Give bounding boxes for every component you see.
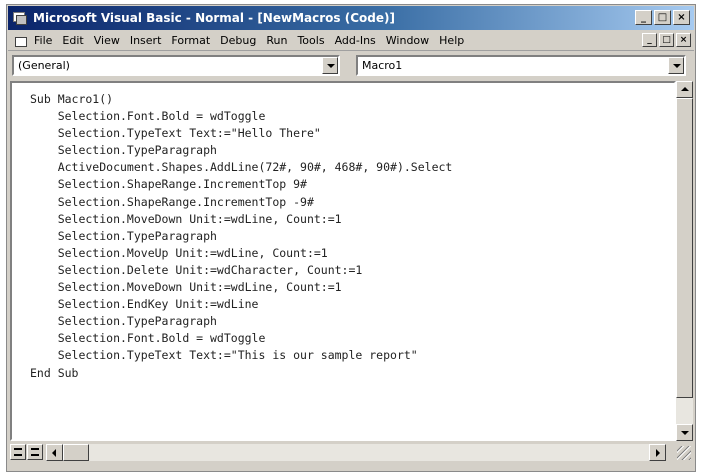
code-window-icon[interactable] xyxy=(13,34,29,48)
title-controls: _ □ × xyxy=(635,10,690,25)
code-line[interactable]: End Sub xyxy=(30,365,670,382)
vertical-scrollbar[interactable] xyxy=(676,81,693,441)
window-title: Microsoft Visual Basic - Normal - [NewMa… xyxy=(33,11,395,25)
code-line[interactable]: Selection.TypeParagraph xyxy=(30,228,670,245)
procedure-view-button[interactable] xyxy=(10,444,26,460)
menu-run[interactable]: Run xyxy=(261,34,292,47)
menu-file[interactable]: File xyxy=(29,34,57,47)
minimize-button[interactable]: _ xyxy=(635,10,652,25)
procedure-dropdown-value: Macro1 xyxy=(362,59,403,72)
code-lines: Sub Macro1() Selection.Font.Bold = wdTog… xyxy=(30,91,670,382)
menu-edit[interactable]: Edit xyxy=(57,34,88,47)
maximize-button[interactable]: □ xyxy=(654,10,671,25)
vba-editor-window: Microsoft Visual Basic - Normal - [NewMa… xyxy=(6,4,696,472)
procedure-dropdown[interactable]: Macro1 xyxy=(356,55,686,76)
scroll-right-icon[interactable] xyxy=(649,444,666,461)
chevron-down-icon[interactable] xyxy=(668,57,684,74)
code-line[interactable]: ActiveDocument.Shapes.AddLine(72#, 90#, … xyxy=(30,159,670,176)
doc-restore-button[interactable]: □ xyxy=(659,33,674,47)
menu-window[interactable]: Window xyxy=(381,34,434,47)
object-dropdown[interactable]: (General) xyxy=(12,55,340,76)
menu-bar: File Edit View Insert Format Debug Run T… xyxy=(8,31,694,51)
menu-view[interactable]: View xyxy=(89,34,125,47)
menu-add-ins[interactable]: Add-Ins xyxy=(330,34,381,47)
chevron-down-icon[interactable] xyxy=(322,57,338,74)
scroll-up-icon[interactable] xyxy=(676,81,693,98)
code-line[interactable]: Selection.ShapeRange.IncrementTop 9# xyxy=(30,176,670,193)
scroll-down-icon[interactable] xyxy=(676,424,693,441)
horizontal-scroll-thumb[interactable] xyxy=(63,444,89,461)
code-line[interactable]: Selection.Font.Bold = wdToggle xyxy=(30,330,670,347)
code-line[interactable]: Selection.Font.Bold = wdToggle xyxy=(30,108,670,125)
resize-grip-icon[interactable] xyxy=(677,446,691,460)
code-line[interactable]: Selection.MoveUp Unit:=wdLine, Count:=1 xyxy=(30,245,670,262)
vertical-scroll-thumb[interactable] xyxy=(676,98,693,398)
vba-app-icon[interactable] xyxy=(12,10,28,26)
code-line[interactable]: Selection.MoveDown Unit:=wdLine, Count:=… xyxy=(30,279,670,296)
code-line[interactable]: Selection.EndKey Unit:=wdLine xyxy=(30,296,670,313)
scroll-left-icon[interactable] xyxy=(46,444,63,461)
code-line[interactable]: Selection.Delete Unit:=wdCharacter, Coun… xyxy=(30,262,670,279)
horizontal-scrollbar[interactable] xyxy=(46,444,666,461)
title-bar[interactable]: Microsoft Visual Basic - Normal - [NewMa… xyxy=(8,6,694,30)
doc-close-button[interactable]: × xyxy=(676,33,691,47)
combo-row: (General) Macro1 xyxy=(8,52,694,80)
code-line[interactable]: Selection.TypeText Text:="This is our sa… xyxy=(30,347,670,364)
menu-help[interactable]: Help xyxy=(434,34,469,47)
doc-minimize-button[interactable]: _ xyxy=(642,33,657,47)
code-line[interactable]: Selection.TypeParagraph xyxy=(30,142,670,159)
close-button[interactable]: × xyxy=(673,10,690,25)
menu-debug[interactable]: Debug xyxy=(215,34,261,47)
code-line[interactable]: Selection.ShapeRange.IncrementTop -9# xyxy=(30,194,670,211)
code-line[interactable]: Sub Macro1() xyxy=(30,91,670,108)
code-line[interactable]: Selection.TypeText Text:="Hello There" xyxy=(30,125,670,142)
menu-insert[interactable]: Insert xyxy=(125,34,167,47)
doc-controls: _ □ × xyxy=(642,33,691,47)
menu-tools[interactable]: Tools xyxy=(292,34,329,47)
code-line[interactable]: Selection.TypeParagraph xyxy=(30,313,670,330)
code-line[interactable]: Selection.MoveDown Unit:=wdLine, Count:=… xyxy=(30,211,670,228)
code-editor[interactable]: Sub Macro1() Selection.Font.Bold = wdTog… xyxy=(10,81,676,441)
full-module-view-button[interactable] xyxy=(27,444,43,460)
object-dropdown-value: (General) xyxy=(18,59,70,72)
bottom-bar xyxy=(10,442,693,464)
menu-format[interactable]: Format xyxy=(166,34,215,47)
